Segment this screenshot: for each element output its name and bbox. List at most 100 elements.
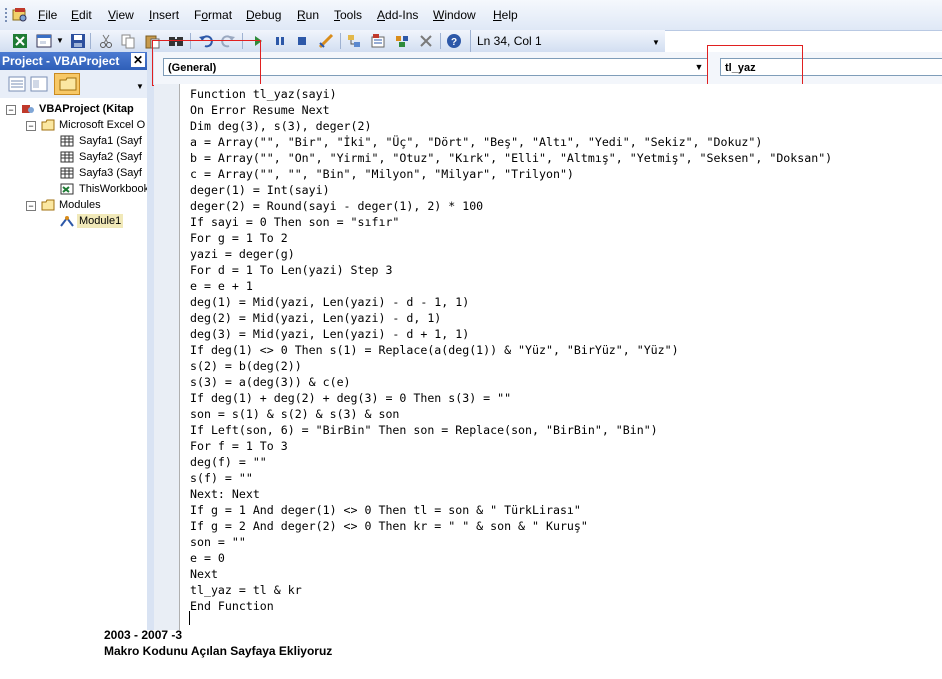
code-line[interactable]: Function tl_yaz(sayi): [190, 86, 337, 102]
break-icon[interactable]: [272, 33, 288, 49]
toolbar-overflow-icon[interactable]: ▼: [652, 36, 662, 50]
copy-icon[interactable]: [120, 33, 136, 49]
code-line[interactable]: Next: [190, 566, 218, 582]
menu-run[interactable]: Run: [297, 8, 319, 22]
code-line[interactable]: If Left(son, 6) = "BirBin" Then son = Re…: [190, 422, 658, 438]
tree-item-modules[interactable]: Modules: [59, 198, 101, 212]
insert-userform-icon[interactable]: [36, 33, 52, 49]
menu-format[interactable]: Format: [194, 8, 232, 22]
project-explorer-title: Project - VBAProject: [0, 52, 147, 70]
tree-item-vbaproject[interactable]: VBAProject (Kitap: [39, 102, 134, 116]
code-line[interactable]: On Error Resume Next: [190, 102, 330, 118]
code-line[interactable]: deger(1) = Int(sayi): [190, 182, 330, 198]
project-explorer-toolbar: ▼: [0, 70, 147, 99]
worksheet-icon: [60, 167, 74, 179]
caption-description: Makro Kodunu Açılan Sayfaya Ekliyoruz: [104, 644, 333, 658]
code-line[interactable]: For g = 1 To 2: [190, 230, 288, 246]
menu-file[interactable]: File: [38, 8, 57, 22]
code-line[interactable]: tl_yaz = tl & kr: [190, 582, 302, 598]
menu-insert[interactable]: Insert: [149, 8, 179, 22]
code-line[interactable]: e = e + 1: [190, 278, 253, 294]
code-line[interactable]: For f = 1 To 3: [190, 438, 288, 454]
folder-icon: [59, 77, 77, 91]
code-line[interactable]: son = s(1) & s(2) & s(3) & son: [190, 406, 399, 422]
collapse-icon[interactable]: −: [6, 105, 16, 115]
chevron-down-icon[interactable]: ▼: [692, 60, 706, 74]
chevron-down-icon[interactable]: ▼: [136, 82, 144, 91]
code-line[interactable]: deg(3) = Mid(yazi, Len(yazi) - d + 1, 1): [190, 326, 469, 342]
svg-text:?: ?: [451, 37, 457, 48]
code-editor[interactable]: Function tl_yaz(sayi) On Error Resume Nex…: [180, 84, 942, 630]
code-line[interactable]: deg(f) = "": [190, 454, 267, 470]
code-line[interactable]: s(2) = b(deg(2)): [190, 358, 302, 374]
tree-item-module1[interactable]: Module1: [77, 214, 124, 228]
code-line[interactable]: End Function: [190, 598, 274, 614]
tree-item-thisworkbook[interactable]: ThisWorkbook: [79, 182, 147, 196]
close-icon[interactable]: ✕: [131, 53, 145, 67]
code-margin-bar[interactable]: [154, 84, 180, 630]
code-line[interactable]: Next: Next: [190, 486, 260, 502]
menu-view[interactable]: View: [108, 8, 134, 22]
toolbar-separator: [340, 33, 341, 49]
reset-icon[interactable]: [294, 33, 310, 49]
code-line[interactable]: deg(2) = Mid(yazi, Len(yazi) - d, 1): [190, 310, 441, 326]
pane-splitter[interactable]: [147, 52, 154, 630]
help-icon[interactable]: ?: [446, 33, 462, 49]
object-browser-icon[interactable]: [394, 33, 410, 49]
tree-item-sheet[interactable]: Sayfa1 (Sayf: [79, 134, 142, 148]
code-line[interactable]: Dim deg(3), s(3), deger(2): [190, 118, 371, 134]
toggle-folders-button[interactable]: [54, 73, 80, 95]
vbaproject-icon: [22, 105, 34, 113]
menu-window[interactable]: Window: [433, 8, 476, 22]
excel-icon[interactable]: [12, 33, 28, 49]
view-object-icon[interactable]: [30, 76, 48, 92]
code-line[interactable]: If deg(1) <> 0 Then s(1) = Replace(a(deg…: [190, 342, 679, 358]
code-line[interactable]: yazi = deger(g): [190, 246, 295, 262]
view-code-icon[interactable]: [8, 76, 26, 92]
collapse-icon[interactable]: −: [26, 121, 36, 131]
project-explorer-icon[interactable]: [346, 33, 362, 49]
code-line[interactable]: If sayi = 0 Then son = "sıfır": [190, 214, 399, 230]
menu-tools[interactable]: Tools: [334, 8, 362, 22]
menu-add-ins[interactable]: Add-Ins: [377, 8, 418, 22]
design-mode-icon[interactable]: [318, 33, 334, 49]
folder-icon: [41, 199, 55, 211]
code-line[interactable]: For d = 1 To Len(yazi) Step 3: [190, 262, 392, 278]
toolbar-separator: [440, 33, 441, 49]
worksheet-icon: [60, 151, 74, 163]
toolbox-icon[interactable]: [418, 33, 434, 49]
standard-toolbar: ▼ ?: [0, 30, 665, 53]
text-caret: [189, 611, 190, 625]
code-line[interactable]: If g = 1 And deger(1) <> 0 Then tl = son…: [190, 502, 581, 518]
menu-bar: File Edit View Insert Format Debug Run T…: [0, 0, 942, 31]
code-line[interactable]: a = Array("", "Bir", "İki", "Üç", "Dört"…: [190, 134, 762, 150]
code-line[interactable]: deg(1) = Mid(yazi, Len(yazi) - d - 1, 1): [190, 294, 469, 310]
code-line[interactable]: If g = 2 And deger(2) <> 0 Then kr = " "…: [190, 518, 588, 534]
code-line[interactable]: son = "": [190, 534, 246, 550]
caption-version: 2003 - 2007 -3: [104, 628, 183, 642]
code-line[interactable]: c = Array("", "", "Bin", "Milyon", "Mily…: [190, 166, 574, 182]
worksheet-icon: [60, 135, 74, 147]
vba-editor-icon[interactable]: [12, 7, 28, 23]
tree-item-excel-objects[interactable]: Microsoft Excel O: [59, 118, 145, 132]
highlight-box: [707, 45, 803, 86]
project-tree: − VBAProject (Kitap − Microsoft Excel O …: [0, 98, 148, 630]
code-line[interactable]: b = Array("", "On", "Yirmi", "Otuz", "Kı…: [190, 150, 832, 166]
code-line[interactable]: If deg(1) + deg(2) + deg(3) = 0 Then s(3…: [190, 390, 511, 406]
collapse-icon[interactable]: −: [26, 201, 36, 211]
tree-item-sheet[interactable]: Sayfa2 (Sayf: [79, 150, 142, 164]
cut-icon[interactable]: [98, 33, 114, 49]
properties-icon[interactable]: [370, 33, 386, 49]
code-line[interactable]: s(3) = a(deg(3)) & c(e): [190, 374, 351, 390]
save-icon[interactable]: [70, 33, 86, 49]
menu-help[interactable]: Help: [493, 8, 518, 22]
highlight-box: [152, 40, 261, 86]
code-line[interactable]: s(f) = "": [190, 470, 253, 486]
code-line[interactable]: e = 0: [190, 550, 225, 566]
menu-debug[interactable]: Debug: [246, 8, 281, 22]
tree-item-sheet[interactable]: Sayfa3 (Sayf: [79, 166, 142, 180]
menu-grip[interactable]: [5, 8, 10, 22]
code-line[interactable]: deger(2) = Round(sayi - deger(1), 2) * 1…: [190, 198, 483, 214]
folder-icon: [41, 119, 55, 131]
menu-edit[interactable]: Edit: [71, 8, 92, 22]
